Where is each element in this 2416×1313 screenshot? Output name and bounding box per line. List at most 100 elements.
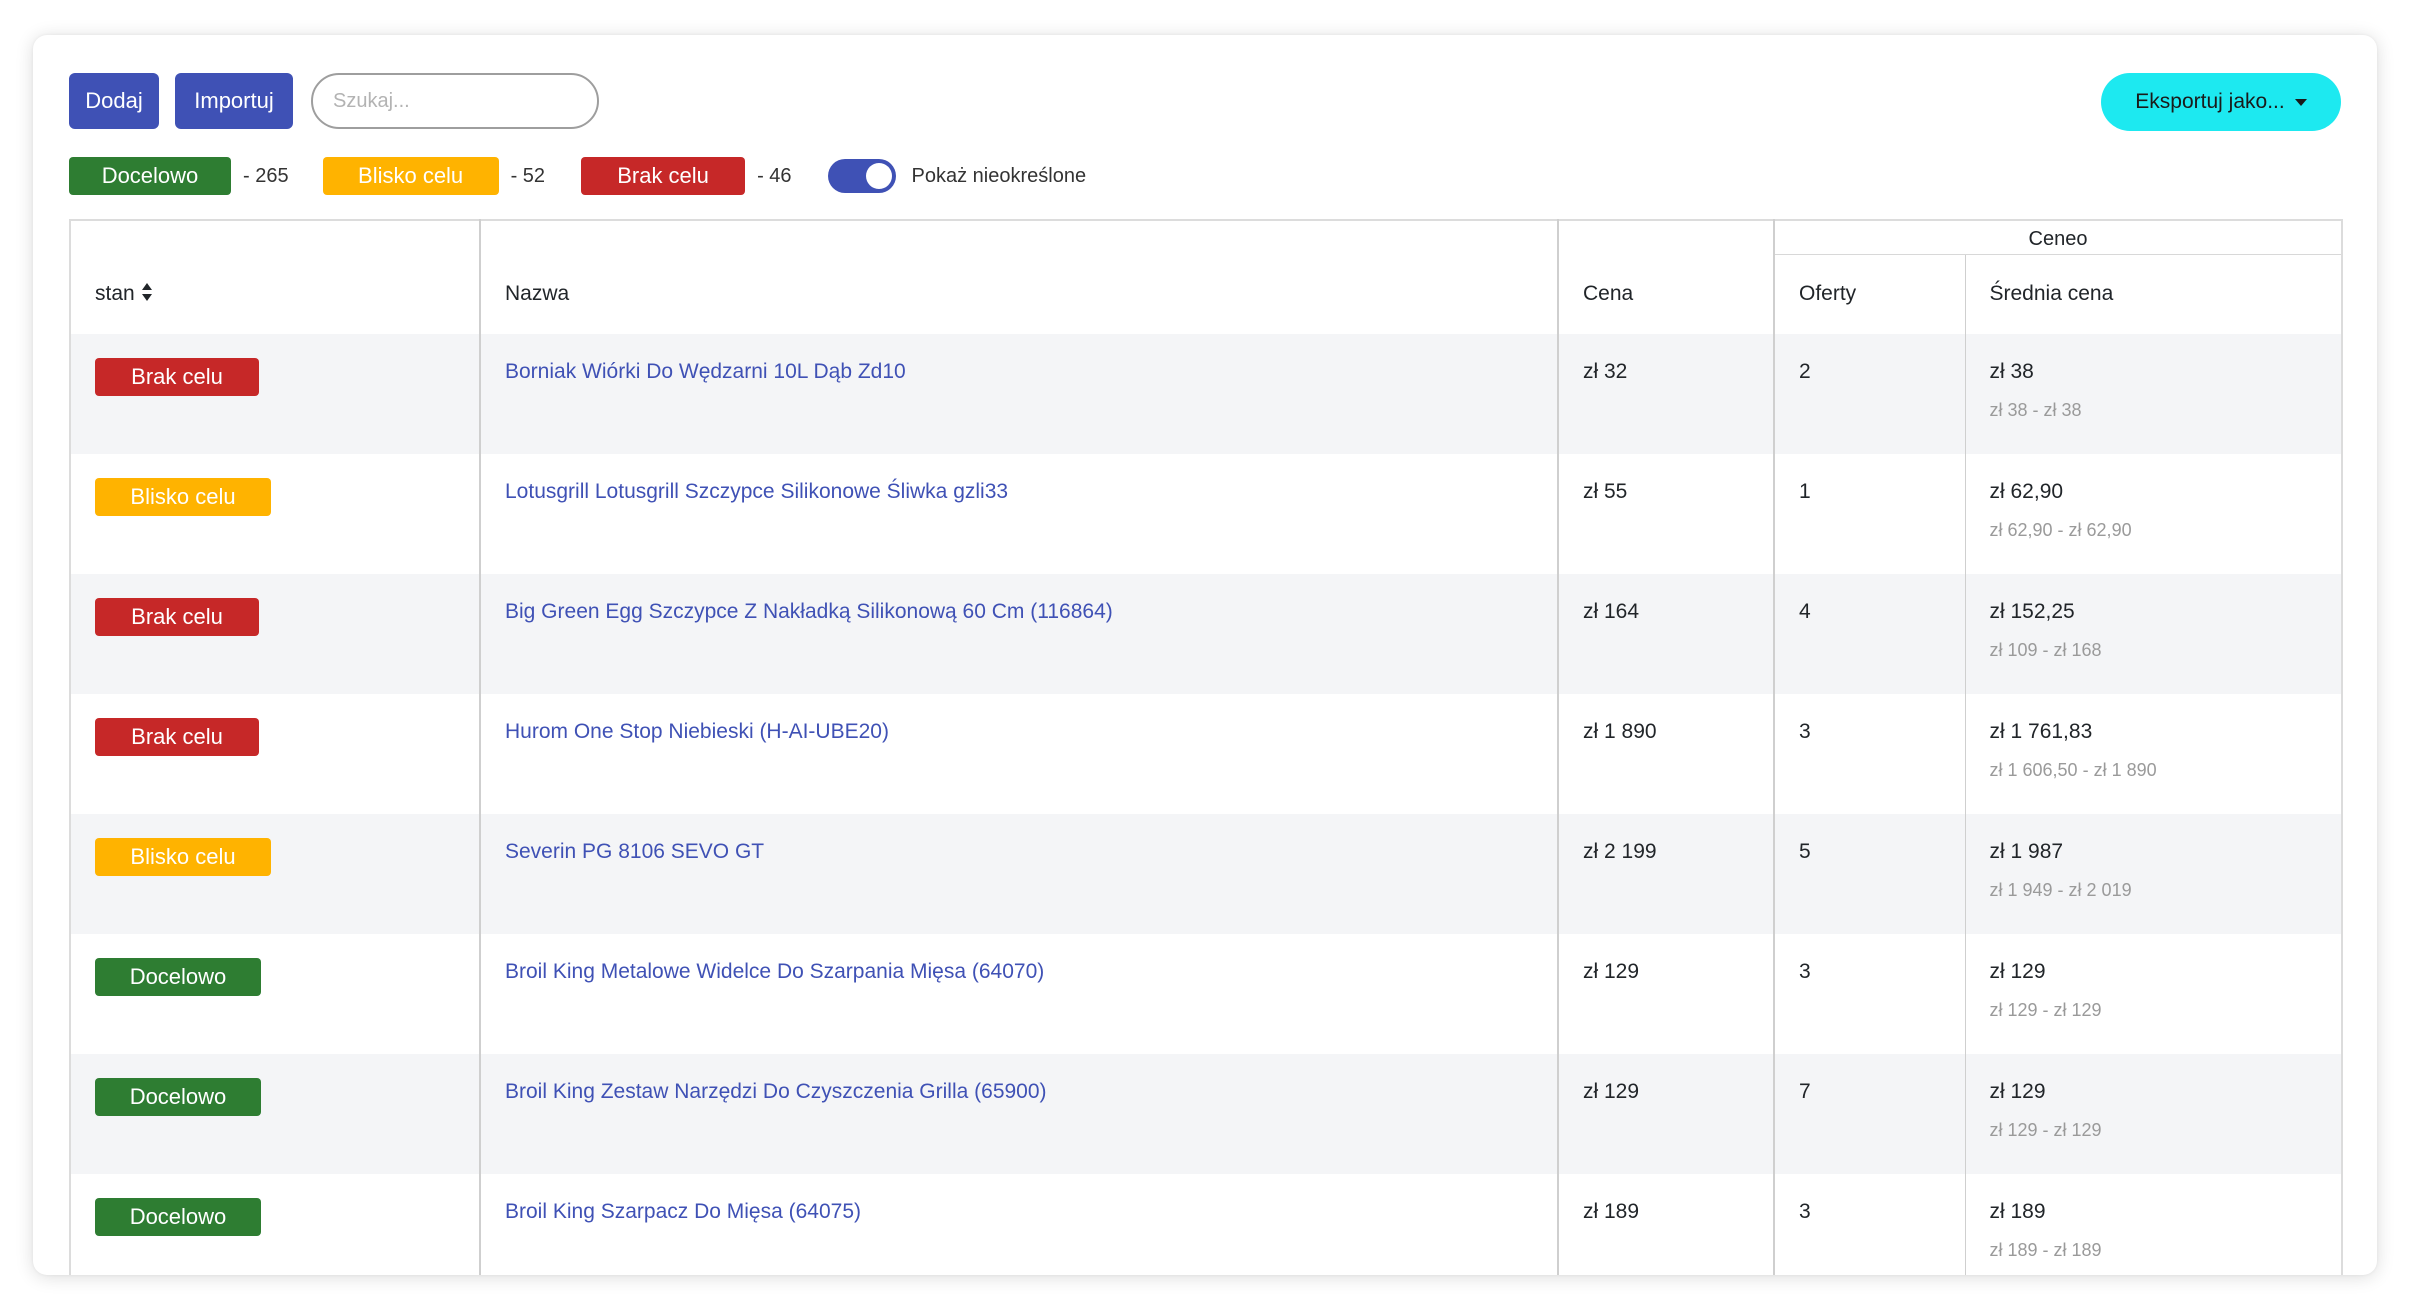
count-brak-celu: - 46 bbox=[757, 164, 792, 187]
price-value: zł 129 bbox=[1583, 1080, 1640, 1103]
price-range: zł 109 - zł 168 bbox=[1989, 640, 2102, 660]
price-range: zł 189 - zł 189 bbox=[1989, 1240, 2102, 1260]
price-value: zł 129 bbox=[1583, 960, 1640, 983]
show-undefined-label: Pokaż nieokreślone bbox=[911, 164, 1087, 187]
status-badge: Docelowo bbox=[95, 958, 261, 996]
cell-cena: zł 1 890 bbox=[1557, 694, 1774, 814]
table-row[interactable]: Blisko celu Lotusgrill Lotusgrill Szczypc… bbox=[70, 454, 2342, 574]
product-name-link[interactable]: Severin PG 8106 SEVO GT bbox=[505, 840, 764, 863]
cell-cena: zł 189 bbox=[1557, 1174, 1774, 1275]
average-price: zł 129 bbox=[1989, 1080, 2046, 1103]
cell-nazwa: Hurom One Stop Niebieski (H-AI-UBE20) bbox=[479, 694, 1558, 814]
status-badge: Docelowo bbox=[95, 1198, 261, 1236]
table-row[interactable]: Docelowo Broil King Szarpacz Do Mięsa (64… bbox=[70, 1174, 2342, 1275]
cell-oferty: 3 bbox=[1773, 694, 1965, 814]
cell-stan: Brak celu bbox=[70, 574, 480, 694]
column-header-cena[interactable]: Cena bbox=[1557, 220, 1774, 334]
price-value: zł 32 bbox=[1583, 360, 1628, 383]
column-header-nazwa[interactable]: Nazwa bbox=[479, 220, 1558, 334]
offers-count: 1 bbox=[1799, 480, 1811, 503]
price-range: zł 1 606,50 - zł 1 890 bbox=[1989, 760, 2157, 780]
status-badge: Brak celu bbox=[95, 598, 259, 636]
table-row[interactable]: Brak celu Big Green Egg Szczypce Z Nakład… bbox=[70, 574, 2342, 694]
cell-nazwa: Borniak Wiórki Do Wędzarni 10L Dąb Zd10 bbox=[479, 334, 1558, 454]
price-value: zł 1 890 bbox=[1583, 720, 1657, 743]
show-undefined-toggle[interactable] bbox=[827, 159, 896, 193]
offers-count: 2 bbox=[1799, 360, 1811, 383]
cell-oferty: 5 bbox=[1773, 814, 1965, 934]
status-badge: Blisko celu bbox=[95, 838, 271, 876]
average-price: zł 62,90 bbox=[1989, 480, 2064, 503]
sort-icon[interactable] bbox=[141, 282, 153, 302]
cell-nazwa: Lotusgrill Lotusgrill Szczypce Silikonow… bbox=[479, 454, 1558, 574]
price-value: zł 55 bbox=[1583, 480, 1628, 503]
price-range: zł 62,90 - zł 62,90 bbox=[1989, 520, 2132, 540]
table-row[interactable]: Brak celu Hurom One Stop Niebieski (H-AI-… bbox=[70, 694, 2342, 814]
cell-srednia-cena: zł 1 761,83 zł 1 606,50 - zł 1 890 bbox=[1964, 694, 2342, 814]
table-row[interactable]: Docelowo Broil King Zestaw Narzędzi Do Cz… bbox=[70, 1054, 2342, 1174]
cell-oferty: 7 bbox=[1773, 1054, 1965, 1174]
cell-nazwa: Severin PG 8106 SEVO GT bbox=[479, 814, 1558, 934]
price-value: zł 2 199 bbox=[1583, 840, 1657, 863]
cell-srednia-cena: zł 189 zł 189 - zł 189 bbox=[1964, 1174, 2342, 1275]
status-legend: Docelowo - 265 Blisko celu - 52 Brak cel… bbox=[69, 156, 1086, 196]
average-price: zł 38 bbox=[1989, 360, 2034, 383]
product-name-link[interactable]: Lotusgrill Lotusgrill Szczypce Silikonow… bbox=[505, 480, 1008, 503]
cell-nazwa: Broil King Zestaw Narzędzi Do Czyszczeni… bbox=[479, 1054, 1558, 1174]
status-badge: Brak celu bbox=[95, 358, 259, 396]
product-name-link[interactable]: Broil King Zestaw Narzędzi Do Czyszczeni… bbox=[505, 1080, 1047, 1103]
product-name-link[interactable]: Borniak Wiórki Do Wędzarni 10L Dąb Zd10 bbox=[505, 360, 906, 383]
price-value: zł 164 bbox=[1583, 600, 1640, 623]
column-header-stan[interactable]: stan bbox=[70, 220, 480, 334]
cell-stan: Docelowo bbox=[70, 1174, 480, 1275]
price-range: zł 38 - zł 38 bbox=[1989, 400, 2082, 420]
cell-cena: zł 32 bbox=[1557, 334, 1774, 454]
cell-stan: Blisko celu bbox=[70, 814, 480, 934]
cell-cena: zł 129 bbox=[1557, 934, 1774, 1054]
cell-srednia-cena: zł 152,25 zł 109 - zł 168 bbox=[1964, 574, 2342, 694]
cell-oferty: 3 bbox=[1773, 934, 1965, 1054]
cell-nazwa: Big Green Egg Szczypce Z Nakładką Siliko… bbox=[479, 574, 1558, 694]
table-row[interactable]: Brak celu Borniak Wiórki Do Wędzarni 10L … bbox=[70, 334, 2342, 454]
search-box bbox=[311, 73, 599, 129]
status-badge: Docelowo bbox=[95, 1078, 261, 1116]
average-price: zł 189 bbox=[1989, 1200, 2046, 1223]
cell-cena: zł 129 bbox=[1557, 1054, 1774, 1174]
filter-blisko-celu-button[interactable]: Blisko celu bbox=[322, 157, 499, 195]
product-name-link[interactable]: Broil King Metalowe Widelce Do Szarpania… bbox=[505, 960, 1044, 983]
offers-count: 3 bbox=[1799, 720, 1811, 743]
table-row[interactable]: Blisko celu Severin PG 8106 SEVO GT zł 2 1… bbox=[70, 814, 2342, 934]
cell-stan: Docelowo bbox=[70, 1054, 480, 1174]
export-label: Eksportuj jako... bbox=[2135, 90, 2285, 113]
offers-count: 3 bbox=[1799, 960, 1811, 983]
search-input[interactable] bbox=[333, 89, 598, 113]
column-header-oferty[interactable]: Oferty bbox=[1773, 254, 1965, 334]
product-name-link[interactable]: Big Green Egg Szczypce Z Nakładką Siliko… bbox=[505, 600, 1113, 623]
price-range: zł 129 - zł 129 bbox=[1989, 1120, 2102, 1140]
filter-docelowo-button[interactable]: Docelowo bbox=[69, 157, 231, 195]
filter-brak-celu-button[interactable]: Brak celu bbox=[581, 157, 746, 195]
average-price: zł 1 987 bbox=[1989, 840, 2064, 863]
export-dropdown-button[interactable]: Eksportuj jako... bbox=[2101, 73, 2341, 131]
import-button[interactable]: Importuj bbox=[175, 73, 293, 129]
product-name-link[interactable]: Broil King Szarpacz Do Mięsa (64075) bbox=[505, 1200, 861, 1223]
cell-oferty: 4 bbox=[1773, 574, 1965, 694]
cell-oferty: 2 bbox=[1773, 334, 1965, 454]
cell-srednia-cena: zł 129 zł 129 - zł 129 bbox=[1964, 934, 2342, 1054]
stan-header-label: stan bbox=[95, 282, 135, 305]
add-button[interactable]: Dodaj bbox=[69, 73, 159, 129]
table-row[interactable]: Docelowo Broil King Metalowe Widelce Do S… bbox=[70, 934, 2342, 1054]
cell-stan: Brak celu bbox=[70, 694, 480, 814]
offers-count: 4 bbox=[1799, 600, 1811, 623]
column-header-srednia-cena[interactable]: Średnia cena bbox=[1964, 254, 2342, 334]
average-price: zł 152,25 bbox=[1989, 600, 2075, 623]
cell-cena: zł 164 bbox=[1557, 574, 1774, 694]
cell-srednia-cena: zł 38 zł 38 - zł 38 bbox=[1964, 334, 2342, 454]
column-group-ceneo: Ceneo bbox=[1773, 220, 2342, 255]
cell-stan: Brak celu bbox=[70, 334, 480, 454]
count-blisko-celu: - 52 bbox=[510, 164, 546, 187]
offers-count: 5 bbox=[1799, 840, 1811, 863]
product-name-link[interactable]: Hurom One Stop Niebieski (H-AI-UBE20) bbox=[505, 720, 889, 743]
main-card: Dodaj Importuj Eksportuj jako... Docelow… bbox=[33, 35, 2377, 1275]
status-badge: Brak celu bbox=[95, 718, 259, 756]
